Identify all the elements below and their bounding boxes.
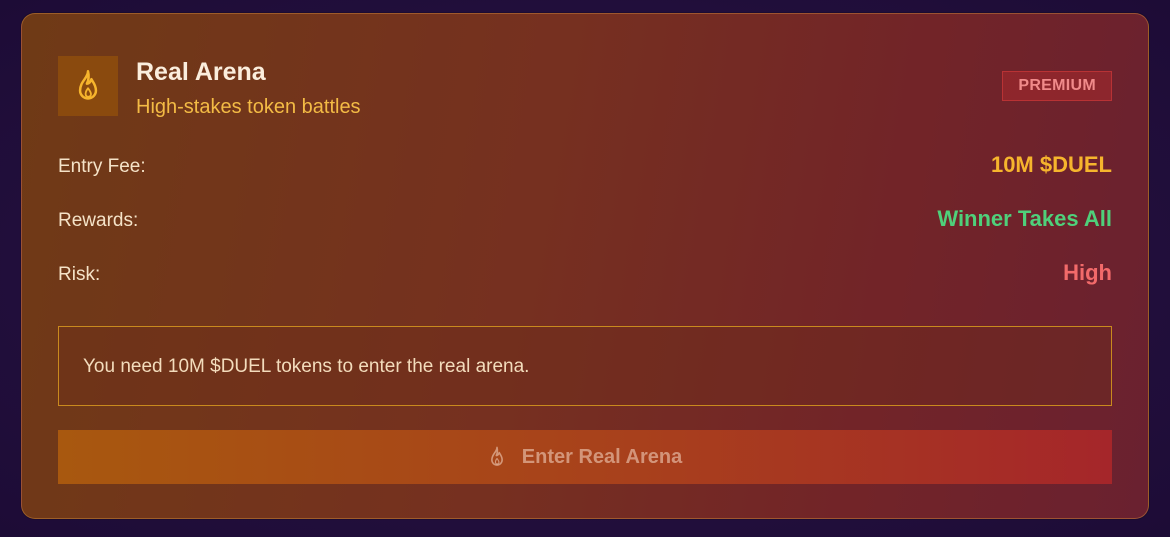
- entry-fee-row: Entry Fee: 10M $DUEL: [58, 152, 1112, 182]
- arena-card: Real Arena High-stakes token battles PRE…: [21, 13, 1149, 519]
- risk-label: Risk:: [58, 264, 101, 285]
- risk-value: High: [1063, 260, 1112, 285]
- rewards-row: Rewards: Winner Takes All: [58, 206, 1112, 236]
- premium-badge: PREMIUM: [1002, 71, 1112, 101]
- arena-icon-box: [58, 56, 118, 116]
- enter-real-arena-button[interactable]: Enter Real Arena: [58, 430, 1112, 484]
- entry-fee-value: 10M $DUEL: [990, 152, 1112, 177]
- arena-title: Real Arena: [136, 58, 266, 86]
- page: Real Arena High-stakes token battles PRE…: [0, 0, 1170, 537]
- flame-icon: [78, 70, 98, 100]
- rewards-label: Rewards:: [58, 210, 139, 231]
- rewards-value: Winner Takes All: [937, 206, 1112, 231]
- notice-text: You need 10M $DUEL tokens to enter the r…: [83, 356, 530, 377]
- entry-fee-label: Entry Fee:: [58, 156, 146, 177]
- risk-row: Risk: High: [58, 260, 1112, 290]
- arena-subtitle: High-stakes token battles: [136, 96, 361, 118]
- flame-icon: [488, 446, 506, 468]
- arena-header: Real Arena High-stakes token battles PRE…: [58, 56, 1112, 122]
- enter-button-label: Enter Real Arena: [521, 445, 683, 468]
- token-requirement-notice: You need 10M $DUEL tokens to enter the r…: [58, 326, 1112, 406]
